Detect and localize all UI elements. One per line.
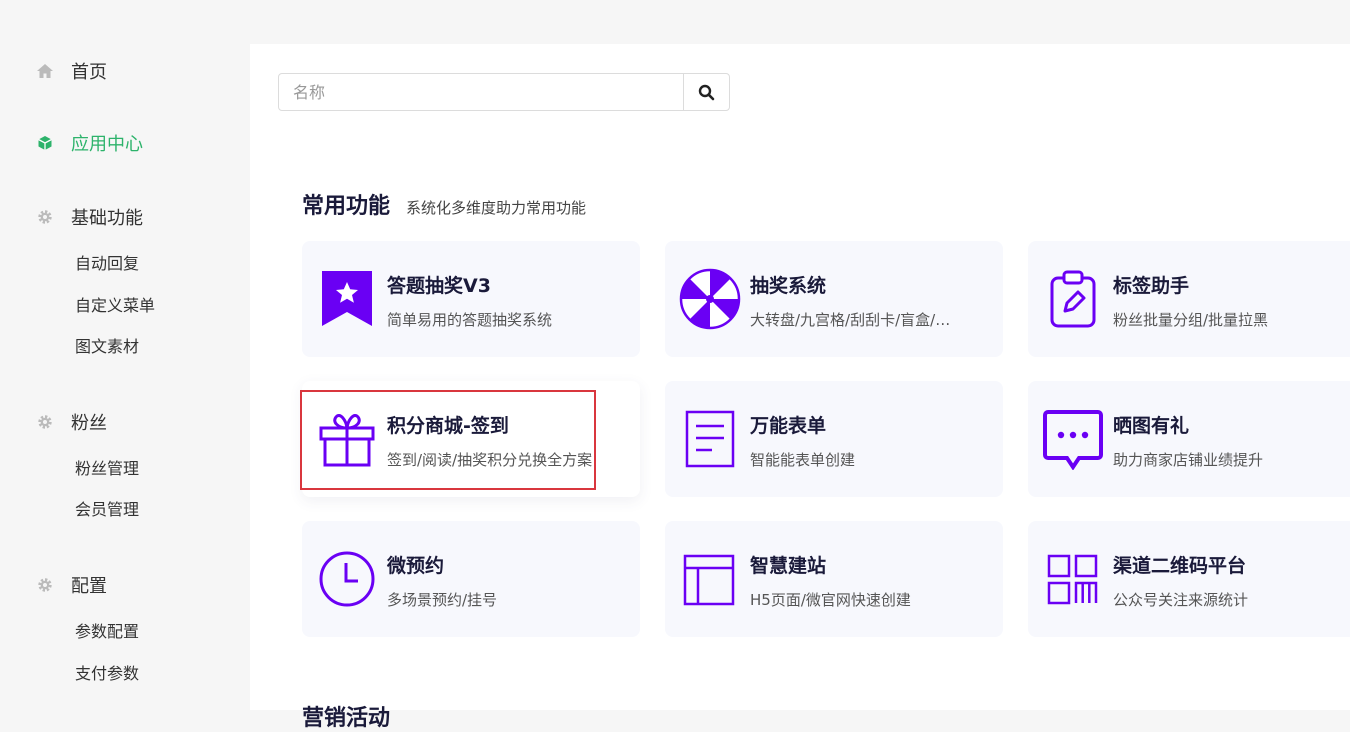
app-card-micro-booking[interactable]: 微预约 多场景预约/挂号 (302, 521, 640, 637)
nav-fans[interactable]: 粉丝 (36, 409, 107, 435)
nav-app-center-label: 应用中心 (71, 134, 143, 155)
gear-icon (36, 576, 54, 594)
app-card-channel-qr[interactable]: 渠道二维码平台 公众号关注来源统计 (1028, 521, 1350, 637)
nav-media-material[interactable]: 图文素材 (75, 333, 139, 357)
app-desc: 智能能表单创建 (750, 451, 856, 469)
nav-fans-manage[interactable]: 粉丝管理 (75, 455, 139, 479)
search-input[interactable] (279, 74, 685, 110)
app-desc: 简单易用的答题抽奖系统 (387, 311, 553, 329)
search-button[interactable] (683, 74, 729, 110)
app-card-quiz-lottery[interactable]: 答题抽奖V3 简单易用的答题抽奖系统 (302, 241, 640, 357)
wheel-icon (679, 268, 741, 330)
section-header: 常用功能 系统化多维度助力常用功能 (302, 188, 586, 220)
app-desc: 助力商家店铺业绩提升 (1113, 451, 1264, 469)
search-box (278, 73, 730, 111)
nav-basic[interactable]: 基础功能 (36, 204, 143, 230)
nav-param-config[interactable]: 参数配置 (75, 618, 139, 642)
app-card-tag-assistant[interactable]: 标签助手 粉丝批量分组/批量拉黑 (1028, 241, 1350, 357)
app-title: 标签助手 (1113, 275, 1190, 297)
app-card-universal-form[interactable]: 万能表单 智能能表单创建 (665, 381, 1003, 497)
chat-bubble-icon (1042, 408, 1104, 470)
app-desc: 粉丝批量分组/批量拉黑 (1113, 311, 1269, 329)
sidebar: 首页 应用中心 基础功能 自动回复 自定义菜单 图文素材 粉丝 粉丝管理 会员管… (0, 0, 250, 710)
nav-basic-label: 基础功能 (71, 208, 143, 229)
layout-icon (679, 548, 741, 610)
nav-config-label: 配置 (71, 576, 107, 597)
app-title: 抽奖系统 (750, 275, 827, 297)
app-title: 渠道二维码平台 (1113, 555, 1247, 577)
section-subtitle: 系统化多维度助力常用功能 (406, 199, 587, 217)
nav-member-manage[interactable]: 会员管理 (75, 496, 139, 520)
clock-icon (316, 548, 378, 610)
app-card-lottery-system[interactable]: 抽奖系统 大转盘/九宫格/刮刮卡/盲盒/… (665, 241, 1003, 357)
nav-custom-menu[interactable]: 自定义菜单 (75, 292, 155, 316)
nav-config[interactable]: 配置 (36, 572, 107, 598)
nav-payment-params[interactable]: 支付参数 (75, 660, 139, 684)
nav-app-center[interactable]: 应用中心 (36, 130, 143, 156)
app-title: 答题抽奖V3 (387, 275, 491, 297)
app-title: 微预约 (387, 555, 445, 577)
app-card-photo-gift[interactable]: 晒图有礼 助力商家店铺业绩提升 (1028, 381, 1350, 497)
next-section-title: 营销活动 (302, 706, 391, 731)
section-title: 常用功能 (302, 194, 391, 219)
cube-icon (36, 134, 54, 152)
form-icon (679, 408, 741, 470)
app-desc: 多场景预约/挂号 (387, 591, 498, 609)
app-card-points-mall[interactable]: 积分商城-签到 签到/阅读/抽奖积分兑换全方案 (302, 381, 640, 497)
gear-icon (36, 208, 54, 226)
search-icon (698, 84, 715, 100)
app-title: 晒图有礼 (1113, 415, 1190, 437)
clipboard-tag-icon (1042, 268, 1104, 330)
gear-icon (36, 413, 54, 431)
app-title: 积分商城-签到 (387, 415, 509, 437)
home-icon (36, 62, 54, 80)
app-desc: 大转盘/九宫格/刮刮卡/盲盒/… (750, 311, 951, 329)
nav-home[interactable]: 首页 (36, 58, 107, 84)
ribbon-star-icon (316, 268, 378, 330)
qr-grid-icon (1042, 548, 1104, 610)
app-desc: 公众号关注来源统计 (1113, 591, 1249, 609)
nav-auto-reply[interactable]: 自动回复 (75, 250, 139, 274)
nav-home-label: 首页 (71, 62, 107, 83)
gift-icon (316, 408, 378, 470)
nav-fans-label: 粉丝 (71, 413, 107, 434)
app-title: 智慧建站 (750, 555, 827, 577)
app-desc: H5页面/微官网快速创建 (750, 591, 911, 609)
main-panel: 常用功能 系统化多维度助力常用功能 答题抽奖V3 简单易用的答题抽奖系统 抽奖系… (250, 44, 1350, 731)
app-title: 万能表单 (750, 415, 827, 437)
app-desc: 签到/阅读/抽奖积分兑换全方案 (387, 451, 593, 469)
app-card-smart-site[interactable]: 智慧建站 H5页面/微官网快速创建 (665, 521, 1003, 637)
